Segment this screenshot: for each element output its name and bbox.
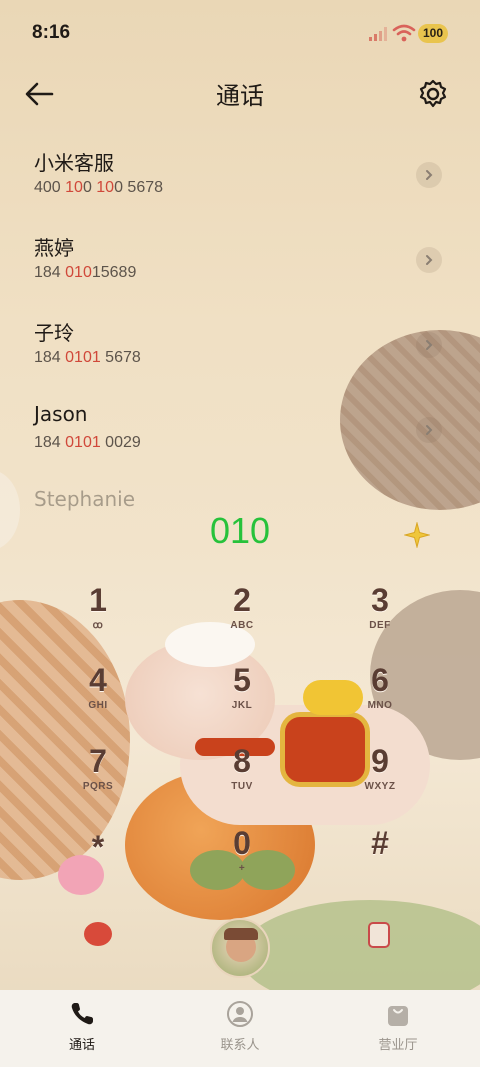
wifi-icon	[392, 24, 416, 42]
shopping-bag-icon	[388, 1006, 408, 1026]
contact-name: Stephanie	[34, 487, 136, 511]
contact-name: Jason	[34, 402, 88, 426]
key-hash[interactable]: #	[320, 823, 440, 893]
settings-gear-icon[interactable]	[416, 77, 450, 111]
tab-contacts[interactable]: 联系人	[160, 1000, 320, 1060]
key-3[interactable]: 3 DEF	[320, 580, 440, 650]
contact-match-list: 小米客服 400 100 100 5678 燕婷 184 01015689 子玲…	[0, 135, 480, 515]
tab-calls[interactable]: 通话	[2, 1000, 162, 1060]
contact-row[interactable]: Jason 184 0101 0029	[0, 390, 480, 476]
key-4[interactable]: 4 GHI	[38, 660, 158, 730]
person-icon	[227, 1001, 253, 1027]
sparkle-icon	[404, 522, 430, 548]
cellular-signal-icon	[369, 27, 387, 41]
contact-number: 400 100 100 5678	[34, 179, 164, 196]
key-0[interactable]: 0 +	[182, 823, 302, 893]
key-1[interactable]: 1ꝏ	[38, 580, 158, 650]
key-5[interactable]: 5 JKL	[182, 660, 302, 730]
contact-detail-button[interactable]	[416, 162, 442, 188]
chevron-right-icon	[426, 255, 433, 265]
tab-label: 营业厅	[378, 1038, 418, 1053]
battery-indicator: 100	[418, 24, 448, 43]
contact-detail-button[interactable]	[416, 417, 442, 443]
contact-name: 小米客服	[34, 151, 114, 175]
dial-keypad: 1ꝏ 2 ABC 3 DEF 4 GHI 5 JKL 6 MNO 7 PQRS 8 TUV 9…	[0, 575, 480, 875]
contact-name: 燕婷	[34, 236, 74, 260]
status-time: 8:16	[32, 22, 71, 43]
contact-row[interactable]: 燕婷 184 01015689	[0, 220, 480, 306]
tab-service-hall[interactable]: 营业厅	[318, 1000, 478, 1060]
voicemail-icon: ꝏ	[92, 620, 104, 631]
contact-number: 184 0101 5678	[34, 349, 141, 366]
call-button[interactable]	[210, 918, 270, 978]
tab-label: 通话	[68, 1038, 95, 1053]
apple-illustration	[84, 922, 112, 946]
status-bar: 8:16 100	[0, 0, 480, 64]
key-8[interactable]: 8 TUV	[182, 741, 302, 811]
chevron-right-icon	[426, 170, 433, 180]
contact-row[interactable]: Stephanie	[0, 475, 480, 515]
contact-detail-button[interactable]	[416, 332, 442, 358]
key-star[interactable]: *	[38, 827, 158, 897]
mahjong-tile-illustration	[368, 922, 390, 948]
key-6[interactable]: 6 MNO	[320, 660, 440, 730]
key-2[interactable]: 2 ABC	[182, 580, 302, 650]
contact-row[interactable]: 小米客服 400 100 100 5678	[0, 135, 480, 221]
chevron-right-icon	[426, 425, 433, 435]
key-9[interactable]: 9 WXYZ	[320, 741, 440, 811]
contact-row[interactable]: 子玲 184 0101 5678	[0, 305, 480, 391]
key-7[interactable]: 7 PQRS	[38, 741, 158, 811]
chevron-right-icon	[426, 340, 433, 350]
contact-detail-button[interactable]	[416, 247, 442, 273]
contact-number: 184 01015689	[34, 264, 137, 281]
contact-name: 子玲	[34, 321, 74, 345]
phone-icon	[71, 1003, 93, 1025]
contact-number: 184 0101 0029	[34, 434, 141, 451]
app-header: 通话	[0, 68, 480, 120]
bottom-tab-bar: 通话 联系人 营业厅	[0, 990, 480, 1067]
page-title: 通话	[216, 82, 264, 110]
tab-label: 联系人	[220, 1038, 260, 1053]
